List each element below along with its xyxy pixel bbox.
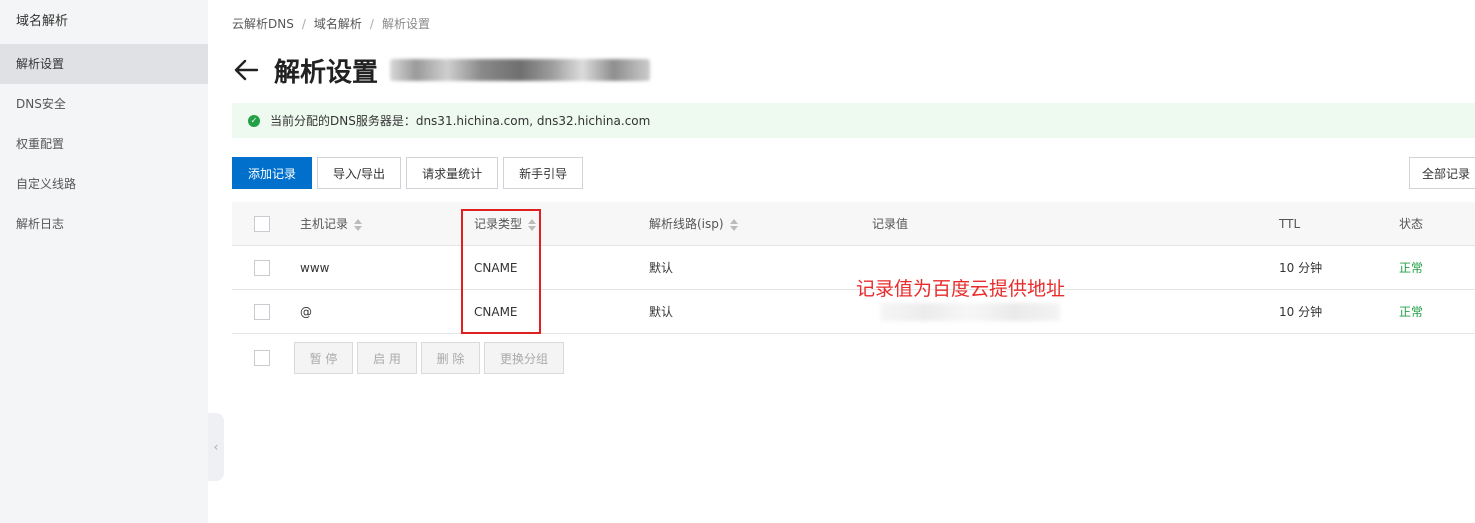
column-header-ttl: TTL <box>1279 217 1301 231</box>
sidebar-item-dns-security[interactable]: DNS安全 <box>0 84 208 124</box>
arrow-left-icon[interactable] <box>232 56 260 84</box>
row-checkbox[interactable] <box>254 260 270 276</box>
column-header-host[interactable]: 主机记录 <box>300 202 363 246</box>
sidebar-item-dns-log[interactable]: 解析日志 <box>0 204 208 244</box>
pause-button[interactable]: 暂 停 <box>294 342 353 374</box>
cell-status: 正常 <box>1399 261 1424 275</box>
sidebar-title: 域名解析 <box>16 14 69 29</box>
page-header: 解析设置 <box>232 52 651 88</box>
column-header-status: 状态 <box>1399 217 1424 231</box>
main-content: 云解析DNS / 域名解析 / 解析设置 解析设置 ✓ 当前分配的DNS服务器是：dns… <box>232 0 1475 523</box>
row-checkbox[interactable] <box>254 304 270 320</box>
batch-select-checkbox[interactable] <box>254 350 270 366</box>
cell-status: 正常 <box>1399 305 1424 319</box>
cell-ttl: 10 分钟 <box>1279 261 1323 275</box>
enable-button[interactable]: 启 用 <box>357 342 417 374</box>
cell-line: 默认 <box>649 261 674 275</box>
breadcrumb-item-current: 解析设置 <box>381 17 430 31</box>
cell-host: @ <box>300 305 312 319</box>
column-header-value: 记录值 <box>872 217 909 231</box>
sidebar-item-custom-line[interactable]: 自定义线路 <box>0 164 208 204</box>
annotation-text: 记录值为百度云提供地址 <box>856 278 1066 300</box>
sidebar: 域名解析 解析设置 DNS安全 权重配置 自定义线路 解析日志 <box>0 0 208 523</box>
sort-icon[interactable] <box>354 218 363 231</box>
page-title: 解析设置 <box>274 57 379 88</box>
check-circle-icon: ✓ <box>248 114 260 127</box>
import-export-button[interactable]: 导入/导出 <box>317 157 402 189</box>
table-row: @ CNAME 默认 10 分钟 正常 <box>232 290 1475 334</box>
delete-button[interactable]: 删 除 <box>421 342 480 374</box>
table-row: www CNAME 默认 10 分钟 正常 <box>232 246 1475 290</box>
sidebar-item-dns-settings[interactable]: 解析设置 <box>0 44 208 84</box>
blurred-domain-name <box>390 59 651 81</box>
cell-ttl: 10 分钟 <box>1279 305 1323 319</box>
breadcrumb-item-cloud-dns[interactable]: 云解析DNS <box>232 17 294 31</box>
guide-button[interactable]: 新手引导 <box>503 157 584 189</box>
blurred-record-value <box>880 303 1060 321</box>
cell-line: 默认 <box>649 305 674 319</box>
breadcrumb-item-domain-resolution[interactable]: 域名解析 <box>314 17 362 31</box>
column-header-line[interactable]: 解析线路(isp) <box>649 202 738 246</box>
sidebar-item-weight-config[interactable]: 权重配置 <box>0 124 208 164</box>
dns-server-notice: ✓ 当前分配的DNS服务器是：dns31.hichina.com, dns32.… <box>232 103 1475 138</box>
sort-icon[interactable] <box>729 218 738 231</box>
all-records-select[interactable]: 全部记录 <box>1409 157 1475 189</box>
cell-host: www <box>300 261 330 275</box>
request-stats-button[interactable]: 请求量统计 <box>406 157 499 189</box>
dns-server-notice-text: 当前分配的DNS服务器是：dns31.hichina.com, dns32.hi… <box>270 114 651 128</box>
add-record-button[interactable]: 添加记录 <box>232 157 313 189</box>
breadcrumb: 云解析DNS / 域名解析 / 解析设置 <box>232 17 430 31</box>
sidebar-collapse-handle[interactable]: ‹ <box>208 413 224 481</box>
toolbar: 添加记录 导入/导出 请求量统计 新手引导 <box>232 157 588 189</box>
highlight-box-record-type <box>461 209 541 334</box>
change-group-button[interactable]: 更换分组 <box>484 342 564 374</box>
chevron-left-icon: ‹ <box>213 440 219 454</box>
select-all-checkbox[interactable] <box>254 216 270 232</box>
table-header: 主机记录 记录类型 解析线路(isp) 记录值 TTL 状态 <box>232 202 1475 246</box>
records-table: 主机记录 记录类型 解析线路(isp) 记录值 TTL 状态 www CNAME… <box>232 202 1475 334</box>
